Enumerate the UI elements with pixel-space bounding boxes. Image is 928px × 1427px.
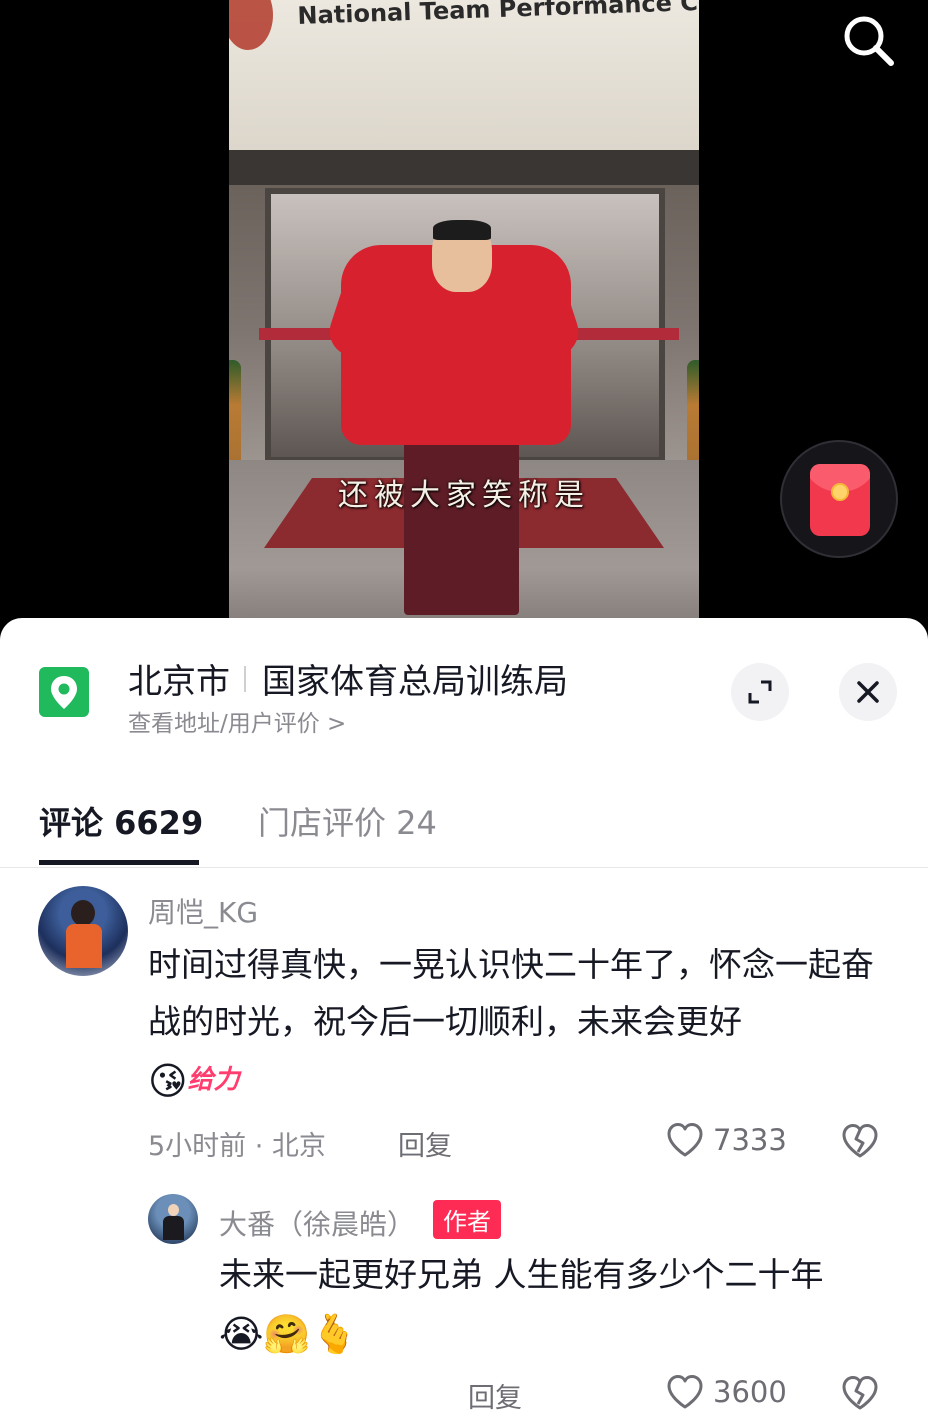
like-count: 7333 bbox=[713, 1123, 787, 1157]
location-title[interactable]: 北京市 国家体育总局训练局 bbox=[128, 654, 568, 703]
like-button[interactable]: 3600 bbox=[665, 1373, 787, 1411]
avatar[interactable] bbox=[38, 886, 128, 976]
heart-icon bbox=[667, 1375, 703, 1409]
dislike-button[interactable] bbox=[840, 1374, 880, 1416]
comments-sheet: 北京市 国家体育总局训练局 查看地址/用户评价 > 评论 6629 门店评价 2… bbox=[0, 618, 928, 1427]
comment-username[interactable]: 周恺_KG bbox=[148, 891, 258, 931]
like-count: 3600 bbox=[713, 1375, 787, 1409]
kiss-emoji: 😘 bbox=[148, 1058, 188, 1103]
comment-time-location: 5小时前 · 北京 bbox=[148, 1131, 326, 1162]
sheet-tabs: 评论 6629 门店评价 24 bbox=[0, 788, 928, 868]
video-player[interactable]: National Team Performance Cen 还被大家笑称是 bbox=[0, 0, 928, 640]
comment-text: 时间过得真快，一晃认识快二十年了，怀念一起奋战的时光，祝今后一切顺利，未来会更好… bbox=[148, 936, 888, 1109]
broken-heart-icon bbox=[842, 1376, 878, 1410]
emblem-logo bbox=[229, 0, 273, 50]
building-facade: National Team Performance Cen bbox=[229, 0, 699, 150]
dislike-button[interactable] bbox=[840, 1122, 880, 1164]
location-details-link[interactable]: 查看地址/用户评价 > bbox=[128, 704, 346, 738]
author-badge: 作者 bbox=[433, 1200, 502, 1239]
location-city: 北京市 bbox=[128, 662, 230, 702]
search-button[interactable] bbox=[838, 10, 898, 70]
location-place: 国家体育总局训练局 bbox=[262, 662, 568, 702]
search-icon bbox=[844, 16, 894, 66]
reply-username: 大番（徐晨皓） 作者 bbox=[219, 1200, 502, 1243]
close-icon bbox=[857, 681, 879, 703]
tab-comments[interactable]: 评论 6629 bbox=[39, 798, 203, 844]
person-trousers bbox=[404, 435, 519, 615]
person-hair bbox=[433, 220, 491, 240]
reply-button[interactable]: 回复 bbox=[468, 1376, 522, 1415]
building-sign-text: National Team Performance Cen bbox=[297, 0, 699, 30]
like-button[interactable]: 7333 bbox=[665, 1121, 787, 1159]
avatar[interactable] bbox=[148, 1194, 198, 1244]
video-subtitle: 还被大家笑称是 bbox=[338, 478, 590, 513]
active-tab-indicator bbox=[39, 860, 199, 865]
tabs-divider bbox=[0, 867, 928, 868]
tab-store-reviews[interactable]: 门店评价 24 bbox=[258, 798, 437, 844]
heart-icon bbox=[667, 1123, 703, 1157]
reply-text: 未来一起更好兄弟 人生能有多少个二十年 😭🤗🫰 bbox=[219, 1246, 899, 1360]
map-pin-icon bbox=[39, 667, 89, 717]
location-divider bbox=[244, 665, 246, 692]
video-frame: National Team Performance Cen 还被大家笑称是 bbox=[229, 0, 699, 640]
expand-button[interactable] bbox=[731, 663, 789, 721]
jiayou-sticker: 给力 bbox=[187, 1065, 240, 1095]
red-packet-button[interactable] bbox=[780, 440, 898, 558]
expand-icon bbox=[748, 680, 772, 704]
reply-author-name[interactable]: 大番（徐晨皓） bbox=[219, 1208, 415, 1241]
comment-body: 时间过得真快，一晃认识快二十年了，怀念一起奋战的时光，祝今后一切顺利，未来会更好 bbox=[148, 945, 874, 1041]
reply-body: 未来一起更好兄弟 人生能有多少个二十年 bbox=[219, 1255, 824, 1294]
broken-heart-icon bbox=[842, 1124, 878, 1158]
reply-emojis: 😭🤗🫰 bbox=[219, 1311, 359, 1356]
red-packet-icon bbox=[810, 464, 870, 536]
close-button[interactable] bbox=[839, 663, 897, 721]
reply-button[interactable]: 回复 bbox=[398, 1124, 452, 1163]
